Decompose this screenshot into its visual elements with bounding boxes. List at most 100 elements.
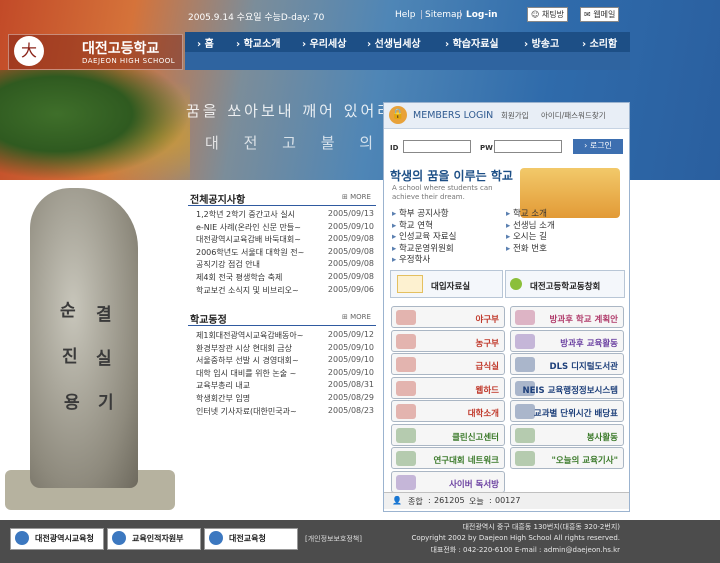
list-item[interactable]: 인터넷 기사자료(대한민국과~ 2005/08/23 xyxy=(196,406,374,418)
list-item-date: 2005/09/08 xyxy=(327,272,374,281)
quick-link[interactable]: 학부 공지사항 xyxy=(392,207,449,219)
school-slogan-english: A school where students can achieve thei… xyxy=(392,184,493,201)
login-link[interactable]: Log-in xyxy=(466,10,498,20)
find-id-pw-link[interactable]: 아이디/패스워드찾기 xyxy=(541,110,606,121)
list-item-date: 2005/09/08 xyxy=(327,234,374,244)
list-item[interactable]: 교육부총리 내교 2005/08/31 xyxy=(196,380,374,392)
list-item-title: 공직기강 점검 안내 xyxy=(196,260,260,270)
sub-nav-bar xyxy=(185,52,630,70)
webmail-button[interactable]: ✉ 웹메일 xyxy=(580,7,620,22)
nav-teacher-world[interactable]: › 선생님세상 xyxy=(367,35,421,50)
list-item-date: 2005/09/12 xyxy=(327,330,374,339)
list-item[interactable]: 대학 입시 대비를 위한 논술 ~ 2005/09/10 xyxy=(196,368,374,380)
person-icon: 👤 xyxy=(392,496,402,505)
notice-more-link[interactable]: ⊞ MORE xyxy=(342,193,371,201)
quick-tile[interactable]: 연구대회 네트워크 xyxy=(391,447,505,469)
quick-link[interactable]: 전화 번호 xyxy=(506,242,547,254)
hero-poem-line1: 꿈을 쏘아보내 깨어 있어라 xyxy=(186,102,395,120)
quick-tile[interactable]: 웹하드 xyxy=(391,376,505,399)
tile-icon xyxy=(396,310,416,325)
list-item[interactable]: 2006학년도 서울대 대학원 전~ 2005/09/08 xyxy=(196,247,374,259)
quick-tile[interactable]: 야구부 xyxy=(391,306,505,328)
list-item-date: 2005/09/10 xyxy=(327,367,374,377)
admission-materials-button[interactable]: 대입자료실 xyxy=(390,270,503,298)
quick-tile[interactable]: "오늘의 교육기사" xyxy=(510,447,624,469)
password-input[interactable] xyxy=(494,140,562,153)
list-item[interactable]: 환경부장관 시상 현대회 금상 2005/09/10 xyxy=(196,343,374,355)
list-item-title: 제1회대전광역시교육감배동아~ xyxy=(196,331,304,340)
nav-voice-box[interactable]: › 소리함 xyxy=(582,35,617,50)
quick-link[interactable]: 학교운영위원회 xyxy=(392,242,454,254)
quick-tile[interactable]: 사이버 독서방 xyxy=(391,470,505,493)
quick-tile[interactable]: 봉사활동 xyxy=(510,423,624,446)
list-item-title: 인터넷 기사자료(대한민국과~ xyxy=(196,406,297,416)
login-button[interactable]: › 로그인 xyxy=(573,139,623,154)
school-news-divider xyxy=(188,325,376,326)
nav-school-intro[interactable]: › 학교소개 xyxy=(236,35,280,50)
list-item[interactable]: e-NIE 사례(온라인 신문 만들~ 2005/09/10 xyxy=(196,222,374,234)
list-item[interactable]: 학생회간부 임명 2005/08/29 xyxy=(196,393,374,405)
tile-label: 야구부 xyxy=(475,315,499,325)
footer-daejeon-office-button[interactable]: 대전광역시교육청 xyxy=(10,528,104,550)
chat-room-button[interactable]: ☺ 채팅방 xyxy=(527,7,568,22)
tile-label: 교과별 단위시간 배당표 xyxy=(533,409,618,419)
sitemap-link[interactable]: Sitemap xyxy=(425,10,462,20)
list-item-title: 대전광역시교육감배 바둑대회~ xyxy=(196,235,301,245)
quick-tile[interactable]: 방과후 교육활동 xyxy=(510,329,624,352)
alumni-button[interactable]: 대전고등학교동창회 xyxy=(505,270,625,298)
quick-link[interactable]: 우정학사 xyxy=(392,253,430,265)
quick-tile[interactable]: 대학소개 xyxy=(391,400,505,422)
quick-tile[interactable]: 농구부 xyxy=(391,329,505,352)
quick-tile[interactable]: 방과후 학교 계획안 xyxy=(510,306,624,328)
quick-tile[interactable]: 교과별 단위시간 배당표 xyxy=(510,400,624,422)
tile-icon xyxy=(396,357,416,372)
school-emblem-icon: 大 xyxy=(14,36,44,66)
join-link[interactable]: 회원가입 xyxy=(501,110,529,121)
list-item-title: 환경부장관 시상 현대회 금상 xyxy=(196,343,292,353)
help-link[interactable]: Help xyxy=(395,10,416,20)
list-item-title: 1,2학년 2학기 중간고사 실시 xyxy=(196,210,296,219)
list-item[interactable]: 학교보건 소식지 및 비브리오~ 2005/09/06 xyxy=(196,285,374,297)
chat-icon: ☺ xyxy=(531,10,542,19)
list-item-title: 제4회 전국 평생학습 축제 xyxy=(196,273,283,282)
list-item[interactable]: 서울중하부 선발 시 경영대회~ 2005/09/10 xyxy=(196,355,374,367)
quick-link[interactable]: 선생님 소개 xyxy=(506,219,555,231)
tile-icon xyxy=(396,333,416,349)
quick-tile[interactable]: 급식실 xyxy=(391,353,505,375)
quick-link[interactable]: 학교 연혁 xyxy=(392,219,433,231)
nav-broadcast-school[interactable]: › 방송고 xyxy=(524,35,559,50)
list-item-title: 학생회간부 임명 xyxy=(196,394,251,403)
list-item[interactable]: 1,2학년 2학기 중간고사 실시 2005/09/13 xyxy=(196,209,374,221)
list-item[interactable]: 공직기강 점검 안내 2005/09/08 xyxy=(196,259,374,271)
school-name-korean: 대전고등학교 xyxy=(82,41,160,57)
quick-tile[interactable]: NEIS 교육행정정보시스템 xyxy=(510,376,624,399)
lock-icon: 🔒 xyxy=(389,106,407,124)
list-item-date: 2005/08/31 xyxy=(327,380,374,390)
id-input[interactable] xyxy=(403,140,471,153)
nav-study-room[interactable]: › 학습자료실 xyxy=(445,35,499,50)
list-item-date: 2005/09/10 xyxy=(327,355,374,365)
list-item[interactable]: 제1회대전광역시교육감배동아~ 2005/09/12 xyxy=(196,330,374,342)
tile-icon xyxy=(396,427,416,443)
list-item[interactable]: 대전광역시교육감배 바둑대회~ 2005/09/08 xyxy=(196,234,374,246)
tile-label: 클린신고센터 xyxy=(452,432,499,443)
school-slogan: 학생의 꿈을 이루는 학교 xyxy=(390,169,513,183)
quick-link[interactable]: 인성교육 자료실 xyxy=(392,230,456,242)
nav-our-world[interactable]: › 우리세상 xyxy=(302,35,346,50)
school-news-more-link[interactable]: ⊞ MORE xyxy=(342,313,371,321)
tile-icon xyxy=(515,357,535,372)
nav-home[interactable]: › 홈 xyxy=(197,35,214,50)
tile-icon xyxy=(396,474,416,490)
list-item-date: 2005/08/29 xyxy=(327,393,374,402)
list-item-title: e-NIE 사례(온라인 신문 만들~ xyxy=(196,222,301,232)
mail-icon: ✉ xyxy=(584,10,594,19)
list-item[interactable]: 제4회 전국 평생학습 축제 2005/09/08 xyxy=(196,272,374,284)
footer-daejeon-edu-button[interactable]: 대전교육청 xyxy=(204,528,298,550)
footer-ministry-button[interactable]: 교육인적자원부 xyxy=(107,528,201,550)
list-item-date: 2005/09/10 xyxy=(327,342,374,352)
quick-link[interactable]: 오시는 길 xyxy=(506,230,547,242)
quick-link[interactable]: 학교 소개 xyxy=(506,207,547,219)
quick-tile[interactable]: DLS 디지털도서관 xyxy=(510,353,624,375)
quick-tile[interactable]: 클린신고센터 xyxy=(391,423,505,446)
privacy-policy-link[interactable]: [개인정보보호정책] xyxy=(305,534,362,544)
